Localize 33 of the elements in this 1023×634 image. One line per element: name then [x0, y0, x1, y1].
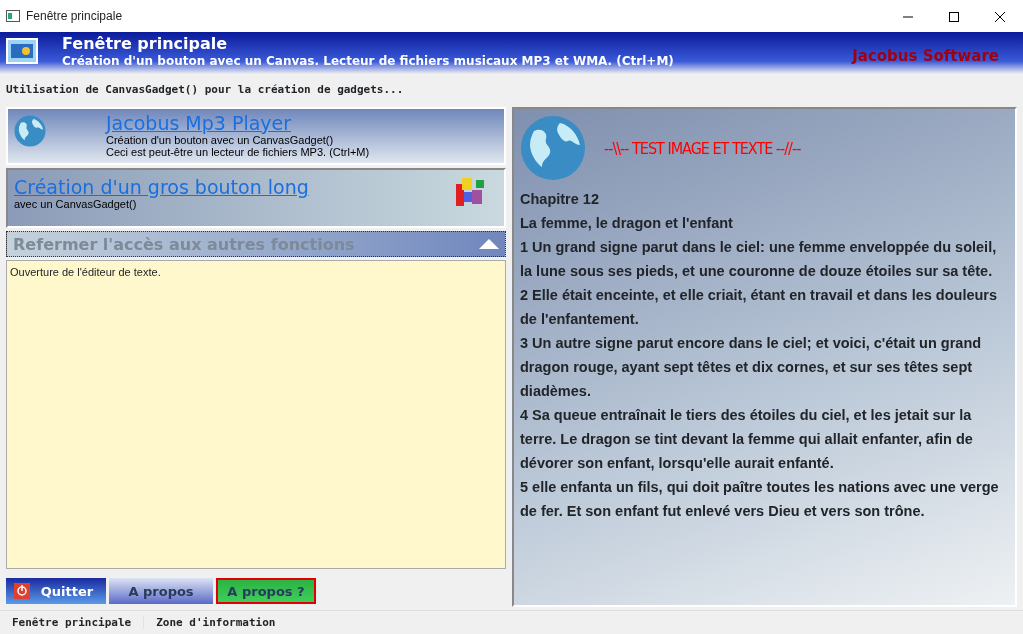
about-button[interactable]: A propos: [109, 578, 213, 604]
header-subtitle: Création d'un bouton avec un Canvas. Lecteur de fichiers musicaux MP3 et WMA. (Ctrl+M): [62, 53, 674, 69]
paragraph: 1 Un grand signe parut dans le ciel: une femme enveloppée du soleil, la lune sous ses pieds, et une couronne de douze étoiles sur sa tête.: [520, 238, 998, 281]
canvas-button[interactable]: Création d'un gros bouton long avec un CanvasGadget(): [6, 168, 506, 228]
help-button[interactable]: A propos ?: [216, 578, 316, 604]
paragraph: 2 Elle était enceinte, et elle criait, étant en travail et dans les douleurs de l'enfantement.: [520, 286, 999, 329]
status-text: Zone d'information: [155, 616, 277, 629]
brand-name: Jacobus Software: [852, 47, 999, 65]
window-title: Fenêtre principale: [26, 8, 123, 25]
canvas-button[interactable]: Jacobus Mp3 Player Création d'un bouton avec un CanvasGadget() Ceci est peut-être un lecteur de fichiers MP3. (Ctrl+M): [6, 107, 506, 165]
reader-title: --\\-- TEST IMAGE ET TEXTE --//--: [604, 138, 801, 158]
maximize-icon[interactable]: [949, 11, 959, 22]
paragraph: Chapitre 12: [520, 190, 600, 209]
paragraph: 5 elle enfanta un fils, qui doit paître toutes les nations avec une verge de fer. Et son enfant fut enlevé vers Dieu et vers son trône.: [520, 478, 1000, 521]
quit-button[interactable]: Quitter: [6, 578, 106, 604]
globe-icon: [14, 115, 46, 147]
globe-icon: [520, 115, 586, 181]
paragraph: 4 Sa queue entraînait le tiers des étoiles du ciel, et les jetait sur la terre. Le dragon se tint devant la femme qui allait enfanter, afin de dévorer son enfant, lorsqu'elle aurait enfanté.: [520, 406, 974, 473]
app-icon: [6, 10, 20, 22]
blocks-icon: [454, 176, 486, 208]
paragraph: La femme, le dragon et l'enfant: [520, 214, 734, 233]
text-editor[interactable]: Ouverture de l'éditeur de texte.: [6, 260, 506, 569]
description-text: Ceci est peut-être un lecteur de fichiers MP3. (Ctrl+M): [106, 146, 370, 158]
description-text: Création d'un bouton avec un CanvasGadget(): [106, 134, 335, 146]
info-text: Utilisation de CanvasGadget() pour la création de gadgets...: [6, 83, 404, 96]
chart-window-icon: [6, 38, 38, 64]
collapse-arrow-icon[interactable]: [479, 239, 499, 249]
power-icon: [14, 583, 30, 599]
description-text: avec un CanvasGadget(): [14, 198, 138, 210]
header-title: Fenêtre principale: [62, 35, 229, 53]
paragraph: 3 Un autre signe parut encore dans le ciel; et voici, c'était un grand dragon rouge, ayant sept têtes et dix cornes, et sur ses têtes sept diadèmes.: [520, 334, 983, 401]
status-text: Fenêtre principale: [0, 616, 145, 629]
close-icon[interactable]: [995, 11, 1005, 22]
